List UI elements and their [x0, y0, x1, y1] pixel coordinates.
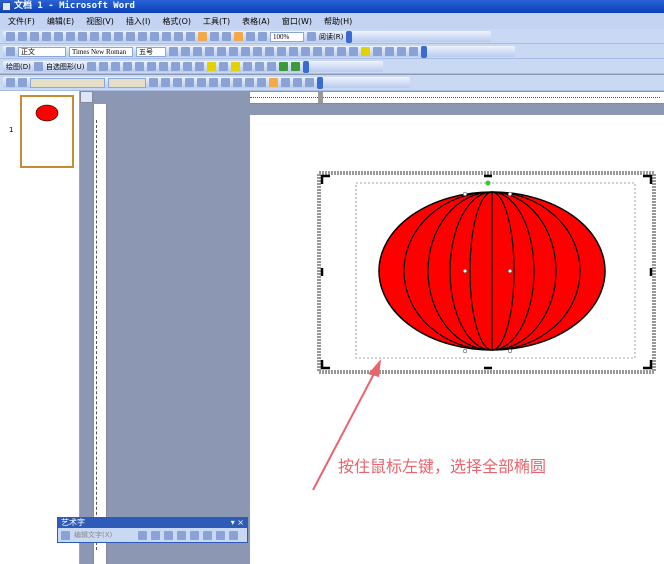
drawing-layer: [312, 171, 656, 491]
char-spacing-icon[interactable]: [229, 530, 238, 540]
text-wrapping-icon[interactable]: [177, 530, 186, 540]
wordart-title: 艺术字: [61, 518, 85, 527]
insert-wordart-icon[interactable]: [61, 530, 70, 540]
edit-text-button[interactable]: 编辑文字(X): [74, 530, 134, 540]
lantern-shape[interactable]: [378, 191, 606, 351]
wordart-gallery-icon[interactable]: [138, 530, 147, 540]
wordart-toolbar-title[interactable]: 艺术字 ▾ ×: [58, 518, 247, 528]
vertical-text-icon[interactable]: [203, 530, 212, 540]
rotate-handle[interactable]: [485, 180, 491, 186]
format-wordart-icon[interactable]: [151, 530, 160, 540]
wordart-toolbar: 艺术字 ▾ × 编辑文字(X): [57, 517, 248, 543]
alignment-icon[interactable]: [216, 530, 225, 540]
close-icon[interactable]: ▾ ×: [231, 518, 247, 528]
same-height-icon[interactable]: [190, 530, 199, 540]
wordart-shape-icon[interactable]: [164, 530, 173, 540]
annotation-text: 按住鼠标左键，选择全部椭圆: [338, 457, 547, 476]
